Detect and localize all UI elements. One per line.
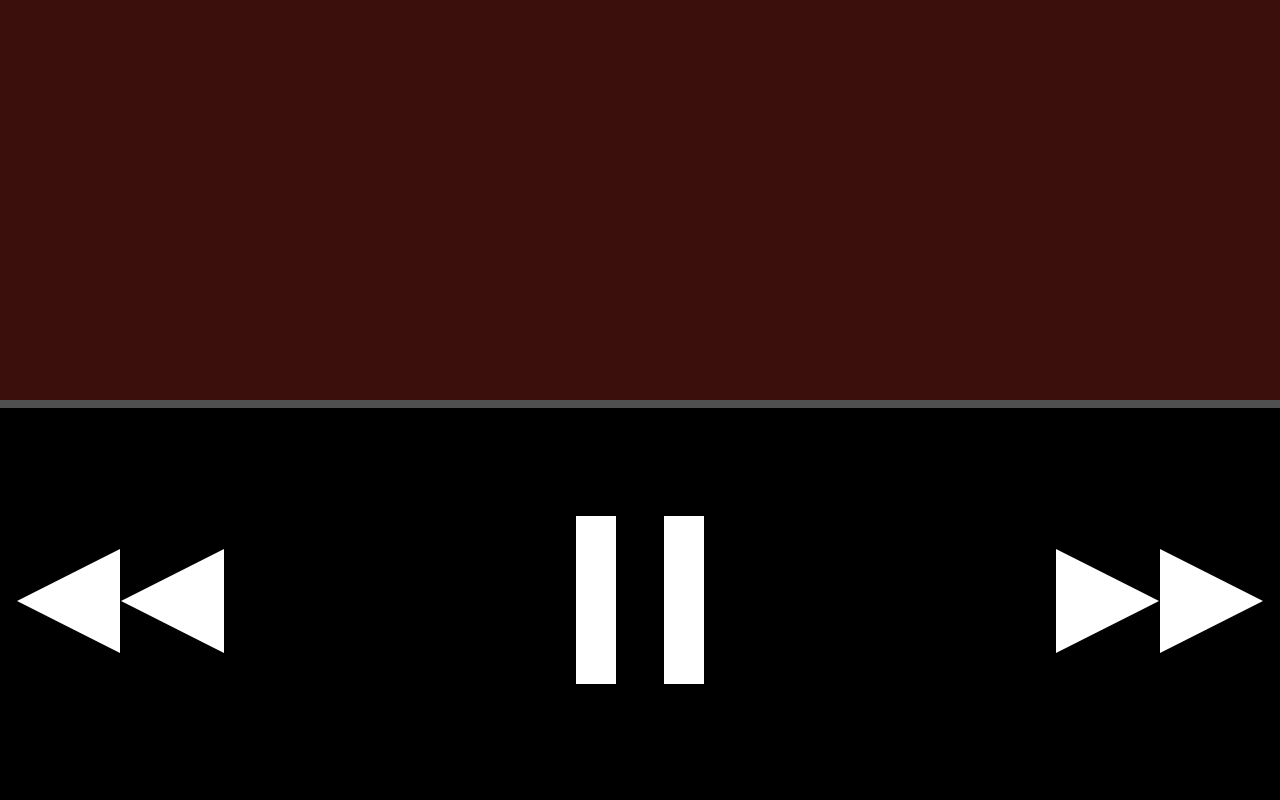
pause-icon: [576, 516, 704, 684]
rewind-button[interactable]: [16, 548, 226, 654]
playback-controls: [0, 408, 1280, 800]
fast-forward-icon: [1056, 549, 1263, 653]
fast-forward-button[interactable]: [1055, 548, 1265, 654]
video-display[interactable]: [0, 0, 1280, 400]
progress-bar[interactable]: [0, 400, 1280, 408]
pause-button[interactable]: [575, 515, 706, 685]
rewind-icon: [17, 549, 224, 653]
